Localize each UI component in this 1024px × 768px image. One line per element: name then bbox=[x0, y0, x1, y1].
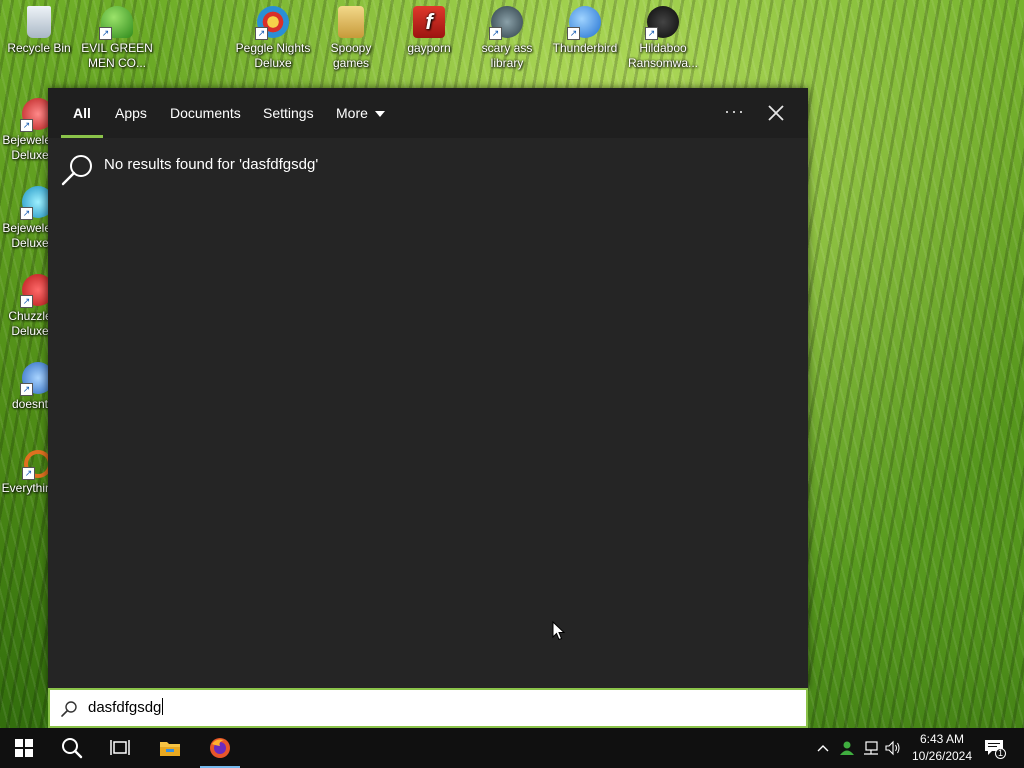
flash-icon: f bbox=[413, 6, 445, 38]
close-button[interactable] bbox=[764, 101, 788, 125]
desktop-icon-gayporn[interactable]: f gayporn bbox=[390, 0, 468, 56]
taskbar: 6:43 AM 10/26/2024 1 bbox=[0, 728, 1024, 768]
start-button[interactable] bbox=[0, 728, 48, 768]
desktop-icon-peggle-nights[interactable]: ↗ Peggle Nights Deluxe bbox=[234, 0, 312, 71]
desktop-icon-label: EVIL GREEN MEN CO... bbox=[81, 41, 153, 70]
file-explorer-icon bbox=[160, 742, 180, 756]
search-icon bbox=[61, 155, 92, 186]
search-input[interactable]: dasfdfgsdg bbox=[88, 698, 163, 716]
desktop-icon-label: scary ass library bbox=[481, 41, 533, 70]
desktop-icon-recycle-bin[interactable]: Recycle Bin bbox=[0, 0, 78, 56]
volume-tray-button[interactable] bbox=[884, 738, 902, 758]
ellipsis-icon[interactable]: ··· bbox=[724, 88, 745, 138]
folder-icon bbox=[338, 6, 364, 38]
notification-count: 1 bbox=[998, 748, 1004, 758]
no-results-message: No results found for 'dasfdfgsdg' bbox=[104, 156, 319, 173]
desktop-icon-evil-green-men[interactable]: ↗ EVIL GREEN MEN CO... bbox=[78, 0, 156, 71]
clock[interactable]: 6:43 AM 10/26/2024 bbox=[906, 731, 978, 765]
tab-more-label: More bbox=[336, 105, 368, 121]
library-icon: ↗ bbox=[489, 6, 523, 40]
chevron-down-icon bbox=[374, 111, 385, 118]
clock-time: 6:43 AM bbox=[919, 732, 965, 746]
firefox-icon bbox=[210, 738, 230, 758]
tab-more[interactable]: More bbox=[336, 88, 385, 138]
tab-documents[interactable]: Documents bbox=[170, 88, 241, 138]
start-icon bbox=[15, 739, 33, 757]
close-icon bbox=[768, 105, 784, 121]
desktop-icon-label: Hildaboo Ransomwa... bbox=[627, 41, 699, 70]
search-panel: All Apps Documents Settings More ··· No … bbox=[48, 88, 808, 688]
tab-all[interactable]: All bbox=[61, 88, 103, 138]
task-view-icon bbox=[110, 740, 130, 755]
people-icon bbox=[840, 741, 854, 755]
file-explorer-button[interactable] bbox=[146, 728, 194, 768]
tab-apps[interactable]: Apps bbox=[115, 88, 147, 138]
show-hidden-icons-button[interactable] bbox=[814, 738, 832, 758]
chevron-up-icon bbox=[817, 745, 829, 752]
firefox-button[interactable] bbox=[196, 728, 244, 768]
action-center-button[interactable]: 1 bbox=[984, 736, 1006, 760]
recycle-bin-icon bbox=[27, 6, 51, 38]
desktop-icon-label: Recycle Bin bbox=[7, 41, 71, 55]
desktop-icon-label: Peggle Nights Deluxe bbox=[235, 41, 311, 70]
desktop-icon-label: gayporn bbox=[407, 41, 451, 55]
people-tray-button[interactable] bbox=[838, 738, 856, 758]
network-tray-button[interactable] bbox=[862, 738, 880, 758]
desktop-icon-label: Thunderbird bbox=[552, 41, 618, 55]
clock-date: 10/26/2024 bbox=[911, 749, 973, 763]
desktop-icon-label: Spoopy games bbox=[330, 41, 372, 70]
tab-settings[interactable]: Settings bbox=[263, 88, 314, 138]
mouse-cursor-icon bbox=[552, 621, 566, 641]
volume-icon bbox=[885, 740, 900, 756]
task-view-button[interactable] bbox=[96, 728, 144, 768]
desktop-icon-hildaboo-ransomware[interactable]: ↗ Hildaboo Ransomwa... bbox=[624, 0, 702, 71]
no-results-row: No results found for 'dasfdfgsdg' bbox=[60, 152, 318, 186]
thunderbird-icon: ↗ bbox=[567, 6, 601, 40]
search-tabs: All Apps Documents Settings More ··· bbox=[48, 88, 808, 138]
desktop-icon-scary-ass-library[interactable]: ↗ scary ass library bbox=[468, 0, 546, 71]
desktop-icon-thunderbird[interactable]: ↗ Thunderbird bbox=[546, 0, 624, 56]
peggle-icon: ↗ bbox=[255, 6, 289, 40]
taskbar-search-button[interactable] bbox=[48, 728, 96, 768]
ransomware-icon: ↗ bbox=[645, 6, 679, 40]
search-icon bbox=[62, 738, 83, 759]
search-box[interactable]: dasfdfgsdg bbox=[48, 688, 808, 728]
people-shortcut-icon: ↗ bbox=[99, 6, 133, 40]
search-icon bbox=[61, 701, 77, 717]
network-icon bbox=[864, 741, 878, 755]
desktop-icon-spoopy-games[interactable]: Spoopy games bbox=[312, 0, 390, 71]
